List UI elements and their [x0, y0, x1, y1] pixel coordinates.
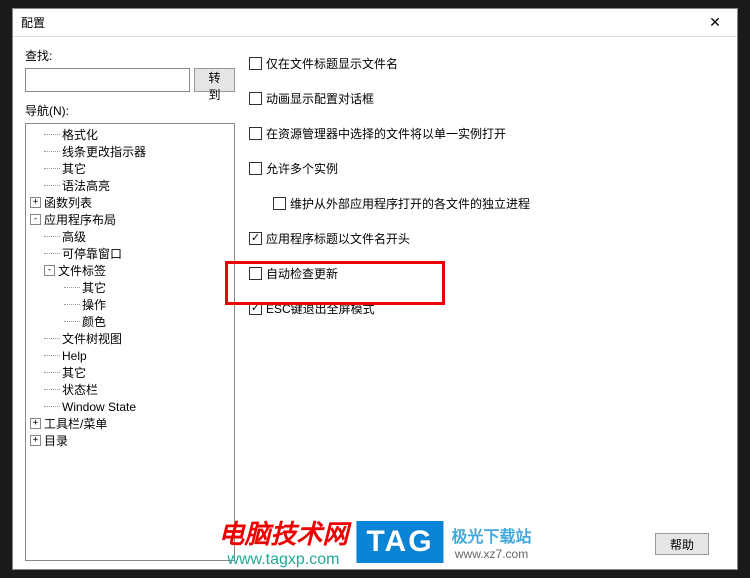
tree-connector [64, 287, 80, 288]
dialog-title: 配置 [21, 14, 45, 31]
tree-item-label: 线条更改指示器 [62, 143, 146, 160]
option-row: 动画显示配置对话框 [249, 90, 709, 107]
options-pane: 仅在文件标题显示文件名动画显示配置对话框在资源管理器中选择的文件将以单一实例打开… [247, 47, 729, 561]
option-label: 允许多个实例 [266, 160, 338, 177]
option-row: 自动检查更新 [249, 265, 709, 282]
option-label: 在资源管理器中选择的文件将以单一实例打开 [266, 125, 506, 142]
tree-connector [44, 134, 60, 135]
option-label: 自动检查更新 [266, 265, 338, 282]
option-label: 应用程序标题以文件名开头 [266, 230, 410, 247]
collapse-icon[interactable]: - [44, 265, 55, 276]
tree-item[interactable]: -文件标签 [26, 262, 234, 279]
tree-item[interactable]: 状态栏 [26, 381, 234, 398]
tree-item[interactable]: Help [26, 347, 234, 364]
expand-icon[interactable]: + [30, 418, 41, 429]
tree-connector [44, 355, 60, 356]
tree-item-label: Window State [62, 400, 136, 414]
tree-item[interactable]: 线条更改指示器 [26, 143, 234, 160]
tree-connector [44, 406, 60, 407]
find-label: 查找: [25, 47, 235, 64]
find-row: 转到 [25, 68, 235, 92]
tree-item-label: 操作 [82, 296, 106, 313]
tree-item-label: 颜色 [82, 313, 106, 330]
titlebar: 配置 ✕ [13, 9, 737, 37]
tree-item[interactable]: +函数列表 [26, 194, 234, 211]
checkbox[interactable] [249, 232, 262, 245]
tree-item[interactable]: 其它 [26, 279, 234, 296]
option-label: ESC键退出全屏模式 [266, 300, 375, 317]
tree-item-label: 格式化 [62, 126, 98, 143]
collapse-icon[interactable]: - [30, 214, 41, 225]
tree-item-label: 其它 [62, 160, 86, 177]
checkbox[interactable] [273, 197, 286, 210]
tree-item-label: 目录 [44, 432, 68, 449]
tree-item[interactable]: 颜色 [26, 313, 234, 330]
tree-connector [44, 338, 60, 339]
tree-connector [64, 321, 80, 322]
tree-item-label: 函数列表 [44, 194, 92, 211]
expand-icon[interactable]: + [30, 435, 41, 446]
left-pane: 查找: 转到 导航(N): 格式化线条更改指示器其它语法高亮+函数列表-应用程序… [25, 47, 235, 561]
option-label: 仅在文件标题显示文件名 [266, 55, 398, 72]
tree-item-label: 语法高亮 [62, 177, 110, 194]
tree-item[interactable]: 文件树视图 [26, 330, 234, 347]
tree-connector [44, 185, 60, 186]
tree-item[interactable]: +目录 [26, 432, 234, 449]
tree-item-label: Help [62, 349, 87, 363]
tree-item[interactable]: 高级 [26, 228, 234, 245]
tree-connector [64, 304, 80, 305]
dialog-body: 查找: 转到 导航(N): 格式化线条更改指示器其它语法高亮+函数列表-应用程序… [13, 37, 737, 569]
expand-icon[interactable]: + [30, 197, 41, 208]
option-label: 维护从外部应用程序打开的各文件的独立进程 [290, 195, 530, 212]
option-row: 维护从外部应用程序打开的各文件的独立进程 [249, 195, 709, 212]
tree-item-label: 文件标签 [58, 262, 106, 279]
nav-tree[interactable]: 格式化线条更改指示器其它语法高亮+函数列表-应用程序布局高级可停靠窗口-文件标签… [25, 123, 235, 561]
tree-item-label: 其它 [62, 364, 86, 381]
tree-item-label: 高级 [62, 228, 86, 245]
tree-connector [44, 151, 60, 152]
nav-label: 导航(N): [25, 102, 235, 119]
checkbox[interactable] [249, 162, 262, 175]
checkbox[interactable] [249, 127, 262, 140]
option-row: 仅在文件标题显示文件名 [249, 55, 709, 72]
tree-item[interactable]: 操作 [26, 296, 234, 313]
tree-item-label: 状态栏 [62, 381, 98, 398]
tree-item[interactable]: 可停靠窗口 [26, 245, 234, 262]
tree-connector [44, 236, 60, 237]
tree-item-label: 可停靠窗口 [62, 245, 122, 262]
tree-item-label: 其它 [82, 279, 106, 296]
tree-item[interactable]: Window State [26, 398, 234, 415]
tree-item[interactable]: 格式化 [26, 126, 234, 143]
find-input[interactable] [25, 68, 190, 92]
tree-item-label: 应用程序布局 [44, 211, 116, 228]
option-row: 在资源管理器中选择的文件将以单一实例打开 [249, 125, 709, 142]
tree-item-label: 文件树视图 [62, 330, 122, 347]
tree-connector [44, 253, 60, 254]
tree-item[interactable]: 其它 [26, 160, 234, 177]
option-row: 允许多个实例 [249, 160, 709, 177]
close-button[interactable]: ✕ [693, 9, 737, 37]
tree-connector [44, 168, 60, 169]
checkbox[interactable] [249, 92, 262, 105]
option-row: 应用程序标题以文件名开头 [249, 230, 709, 247]
help-button[interactable]: 帮助 [655, 533, 709, 555]
config-dialog: 配置 ✕ 查找: 转到 导航(N): 格式化线条更改指示器其它语法高亮+函数列表… [12, 8, 738, 570]
tree-item[interactable]: -应用程序布局 [26, 211, 234, 228]
tree-connector [44, 372, 60, 373]
option-row: ESC键退出全屏模式 [249, 300, 709, 317]
checkbox[interactable] [249, 267, 262, 280]
tree-item[interactable]: 语法高亮 [26, 177, 234, 194]
option-label: 动画显示配置对话框 [266, 90, 374, 107]
close-icon: ✕ [709, 14, 721, 31]
checkbox[interactable] [249, 302, 262, 315]
goto-button[interactable]: 转到 [194, 68, 235, 92]
tree-item[interactable]: +工具栏/菜单 [26, 415, 234, 432]
tree-connector [44, 389, 60, 390]
checkbox[interactable] [249, 57, 262, 70]
tree-item[interactable]: 其它 [26, 364, 234, 381]
tree-item-label: 工具栏/菜单 [44, 415, 107, 432]
